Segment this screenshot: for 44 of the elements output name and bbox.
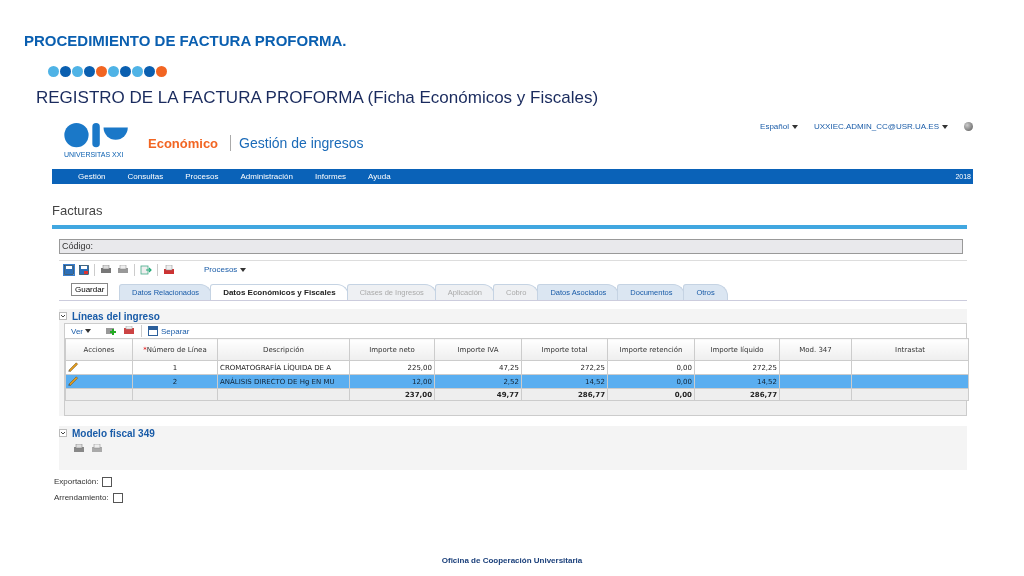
slide-subtitle: REGISTRO DE LA FACTURA PROFORMA (Ficha Económicos y Fiscales)	[36, 88, 600, 109]
caret-icon	[942, 124, 948, 129]
save-icon[interactable]	[64, 264, 74, 275]
pencil-icon[interactable]	[68, 361, 79, 372]
section-heading: Líneas del ingreso	[72, 310, 160, 322]
slide-title: PROCEDIMIENTO DE FACTURA PROFORMA.	[24, 32, 348, 51]
section-title: Gestión de ingresos	[230, 135, 364, 151]
section-heading: Modelo fiscal 349	[72, 427, 155, 439]
collapse-icon[interactable]	[59, 429, 67, 437]
caret-icon	[85, 329, 91, 333]
printer-icon[interactable]	[73, 444, 85, 454]
code-field[interactable]: Código:	[59, 239, 963, 254]
checkbox-label: Arrendamiento:	[54, 493, 109, 502]
page-title: Facturas	[52, 203, 104, 219]
checkbox[interactable]	[112, 492, 123, 503]
export-icon[interactable]	[140, 264, 152, 275]
add-row-icon[interactable]	[105, 326, 117, 336]
printer-icon[interactable]	[117, 264, 129, 275]
processes-menu[interactable]: Procesos	[204, 265, 238, 274]
checkbox-label: Exportación:	[54, 477, 99, 486]
user-menu[interactable]: UXXIEC.ADMIN_CC@USR.UA.ES	[813, 122, 939, 131]
checkbox[interactable]	[102, 476, 113, 487]
split-button[interactable]: Separar	[148, 326, 190, 336]
pdf-print-icon[interactable]	[163, 264, 175, 275]
logo-icon	[64, 122, 130, 150]
caret-icon	[791, 124, 798, 129]
menu-item[interactable]: Ayuda	[368, 172, 391, 181]
menu-item[interactable]: Informes	[315, 172, 347, 181]
menu-item[interactable]: Gestión	[78, 172, 106, 181]
module-name: Económico	[148, 136, 219, 151]
menu-item[interactable]: Consultas	[127, 172, 164, 181]
language-menu[interactable]: Español	[760, 122, 789, 131]
menu-item[interactable]: Procesos	[185, 172, 219, 181]
caret-icon	[240, 267, 247, 272]
tab[interactable]: Datos Económicos y Fiscales	[210, 284, 349, 300]
delete-row-icon[interactable]	[123, 326, 135, 336]
printer-icon[interactable]	[100, 264, 112, 275]
status-icon	[964, 122, 973, 131]
collapse-icon[interactable]	[59, 312, 67, 320]
slide-footer: Oficina de Cooperación Universitaria	[0, 556, 1024, 565]
menu-item[interactable]: Administración	[240, 172, 293, 181]
tooltip: Guardar	[71, 283, 109, 296]
view-menu[interactable]: Ver	[71, 326, 83, 336]
save-close-icon[interactable]	[79, 264, 89, 275]
